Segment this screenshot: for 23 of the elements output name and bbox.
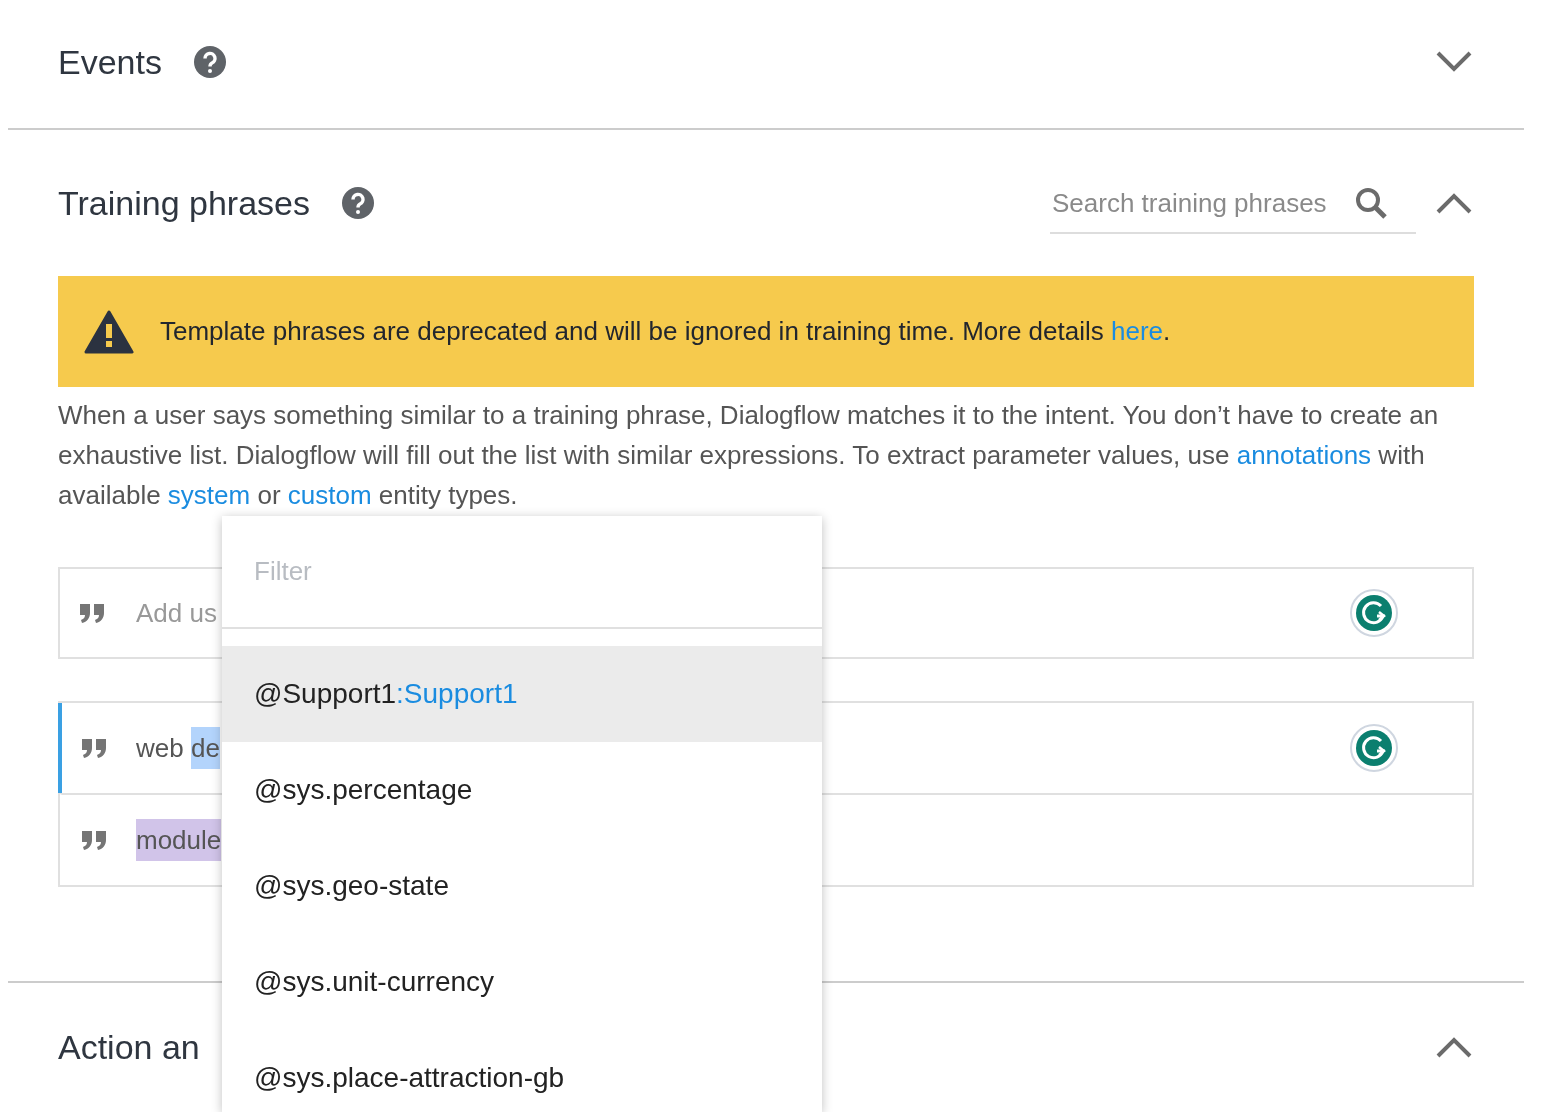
warning-text: Template phrases are deprecated and will be ignored in training time. More details here. (160, 316, 1171, 347)
quote-icon (80, 737, 108, 759)
entity-option[interactable]: @Support1:Support1 (222, 646, 822, 742)
description-text: When a user says something similar to a training phrase, Dialogflow matches it to the intent. You don’t have to create an exhaustive list. Dialogflow will fill out the list with similar expressions. To extract parameter values, use annotations with available system or custom entity types. (58, 399, 1440, 512)
section-title: Action an (58, 1027, 200, 1067)
link[interactable]: custom (287, 480, 372, 510)
quote-icon (78, 602, 106, 624)
chevron-up-icon[interactable] (1436, 192, 1472, 214)
warning-icon (84, 309, 134, 354)
link[interactable]: annotations (1236, 440, 1372, 470)
quote-icon (80, 829, 108, 851)
section-title: Events (58, 42, 162, 82)
search-field[interactable]: Search training phrases (1050, 186, 1354, 220)
chevron-down-icon[interactable] (1436, 51, 1472, 73)
entity-option[interactable]: @sys.unit-currency (222, 934, 822, 1030)
section-title: Training phrases (58, 183, 310, 223)
chevron-up-icon[interactable] (1436, 1036, 1472, 1058)
filter-field[interactable]: Filter (222, 516, 822, 629)
search-icon[interactable] (1354, 186, 1388, 220)
entity-option[interactable]: @sys.place-attraction-gb (222, 1030, 822, 1112)
help-icon[interactable] (342, 187, 374, 219)
link[interactable]: system (167, 480, 251, 510)
help-icon[interactable] (193, 46, 226, 78)
